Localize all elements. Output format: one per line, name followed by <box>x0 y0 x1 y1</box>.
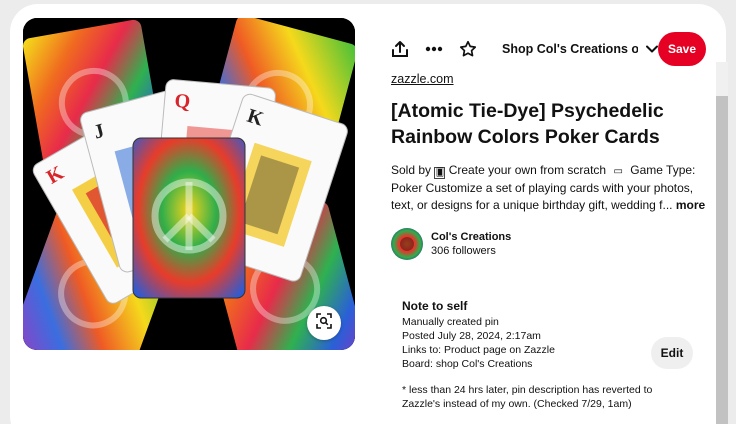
note-footnote: * less than 24 hrs later, pin descriptio… <box>402 384 653 396</box>
note-line: Links to: Product page on Zazzle <box>402 344 555 356</box>
creator-name[interactable]: Col's Creations <box>431 230 511 244</box>
note-line: Board: shop Col's Creations <box>402 358 533 370</box>
save-button[interactable]: Save <box>658 32 706 66</box>
pin-title-line: Rainbow Colors Poker Cards <box>391 126 660 148</box>
star-icon[interactable] <box>454 35 482 63</box>
pin-image[interactable]: K J Q K <box>23 18 355 350</box>
emoji-glyph-icon: 🂠 <box>434 167 446 179</box>
avatar[interactable] <box>391 228 423 260</box>
tie-dye-cards-illustration: K J Q K <box>23 18 355 350</box>
creator-followers: 306 followers <box>431 245 496 257</box>
share-icon[interactable] <box>386 35 414 63</box>
svg-text:Q: Q <box>174 90 191 113</box>
desc-text: Game Type: <box>630 163 696 177</box>
more-link[interactable]: more <box>676 198 705 212</box>
desc-text: text, or designs for a unique birthday g… <box>391 198 673 213</box>
note-footnote: Zazzle's instead of my own. (Checked 7/2… <box>402 398 632 410</box>
note-title: Note to self <box>402 299 468 313</box>
note-to-self: Note to self Manually created pin Posted… <box>402 299 652 411</box>
desc-text: Create your own from scratch <box>448 163 607 177</box>
board-select[interactable]: Shop Col's Creations on... <box>502 40 658 58</box>
visual-search-button[interactable] <box>307 306 341 340</box>
note-line: Manually created pin <box>402 316 499 328</box>
pin-description: Sold by 🂠 Create your own from scratch ▭… <box>391 162 705 215</box>
board-name: Shop Col's Creations on... <box>502 42 638 56</box>
desc-text: Sold by <box>391 163 432 177</box>
note-line: Posted July 28, 2024, 2:17am <box>402 330 541 342</box>
creator-row: Col's Creations 306 followers <box>391 228 511 260</box>
more-icon[interactable] <box>420 35 448 63</box>
chevron-down-icon <box>646 40 658 58</box>
pin-title-line: [Atomic Tie-Dye] Psychedelic <box>391 100 664 122</box>
visual-search-icon <box>316 312 332 334</box>
edit-note-button[interactable]: Edit <box>651 337 693 369</box>
emoji-glyph-icon: ▭ <box>613 166 623 177</box>
desc-text: Poker Customize a set of playing cards w… <box>391 181 694 196</box>
pin-title: [Atomic Tie-Dye] Psychedelic Rainbow Col… <box>391 98 691 150</box>
scrollbar-thumb[interactable] <box>716 96 728 424</box>
source-link[interactable]: zazzle.com <box>391 72 454 86</box>
